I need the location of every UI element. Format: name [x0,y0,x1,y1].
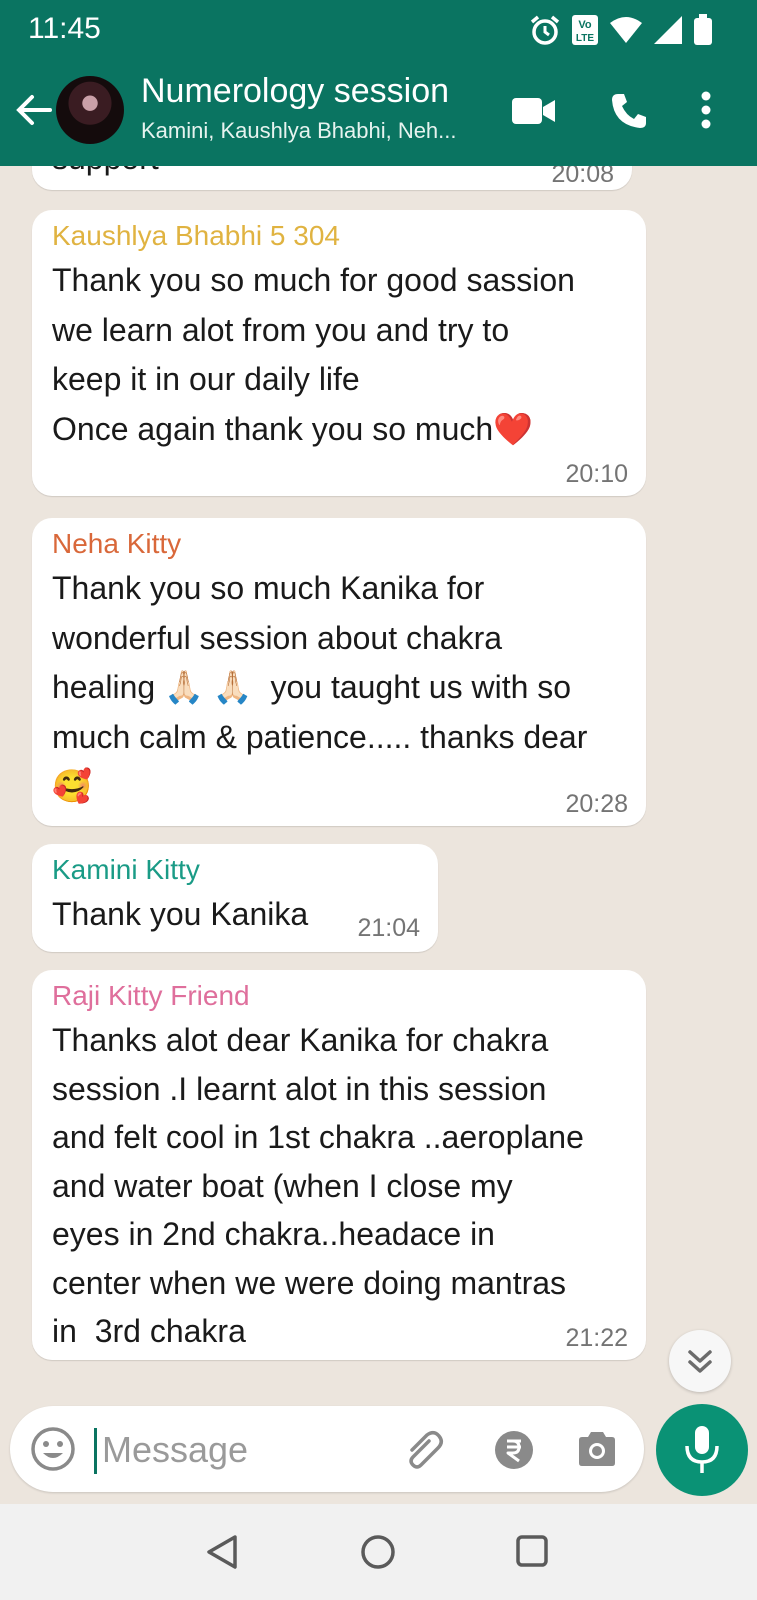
message-time: 20:08 [551,166,614,188]
message-text: Thank you Kanika [52,896,309,932]
message-text: Thank you so much for good sassion we le… [52,262,575,447]
svg-text:LTE: LTE [576,33,594,44]
message-sender[interactable]: Kamini Kitty [52,854,200,886]
attach-icon[interactable] [402,1428,446,1472]
message-bubble[interactable]: Kaushlya Bhabhi 5 304 Thank you so much … [32,210,646,496]
chat-title[interactable]: Numerology session [141,72,449,111]
mic-icon [685,1426,719,1473]
wifi-icon [610,17,642,43]
message-text: Thanks alot dear Kanika for chakra sessi… [52,1022,584,1349]
message-text: support [52,166,159,184]
camera-icon[interactable] [576,1430,618,1468]
status-time: 11:45 [28,12,101,45]
message-time: 21:04 [357,914,420,942]
battery-icon [694,14,712,45]
chat-area[interactable]: support 20:08 Kaushlya Bhabhi 5 304 Than… [0,166,757,1410]
avatar[interactable] [56,76,124,144]
message-text: Thank you so much Kanika for wonderful s… [52,570,588,804]
message-time: 20:10 [565,460,628,488]
phone-icon[interactable] [610,92,648,130]
nav-home-icon[interactable] [360,1534,396,1570]
nav-recents-icon[interactable] [515,1534,549,1568]
app-bar: Numerology session Kamini, Kaushlya Bhab… [0,66,757,166]
chat-participants[interactable]: Kamini, Kaushlya Bhabhi, Neh... [141,118,457,144]
svg-text:Vo: Vo [578,19,592,31]
message-time: 20:28 [565,790,628,818]
message-bubble[interactable]: support 20:08 [32,166,632,190]
message-bubble[interactable]: Raji Kitty Friend Thanks alot dear Kanik… [32,970,646,1360]
back-arrow-icon[interactable] [14,90,54,130]
status-icons: Vo LTE [529,14,713,46]
system-nav-bar [0,1504,757,1600]
nav-back-icon[interactable] [205,1534,239,1570]
video-call-icon[interactable] [512,96,556,126]
message-sender[interactable]: Kaushlya Bhabhi 5 304 [52,220,340,252]
message-bubble[interactable]: Kamini Kitty Thank you Kanika 21:04 [32,844,438,952]
mic-button[interactable] [656,1404,748,1496]
message-time: 21:22 [565,1324,628,1352]
signal-icon [654,16,682,44]
volte-icon: Vo LTE [572,15,598,45]
more-options-icon[interactable] [700,90,712,130]
top-bar: 11:45 Vo LTE Numerology session Kamini, … [0,0,757,166]
double-chevron-down-icon [688,1350,712,1373]
message-bubble[interactable]: Neha Kitty Thank you so much Kanika for … [32,518,646,826]
scroll-to-bottom-button[interactable] [669,1330,731,1392]
message-input[interactable] [100,1424,394,1476]
composer [10,1406,644,1492]
alarm-icon [530,15,560,45]
message-sender[interactable]: Raji Kitty Friend [52,980,250,1012]
emoji-icon[interactable] [30,1426,76,1472]
rupee-payment-icon[interactable] [494,1430,534,1470]
text-cursor [94,1428,97,1474]
message-sender[interactable]: Neha Kitty [52,528,181,560]
